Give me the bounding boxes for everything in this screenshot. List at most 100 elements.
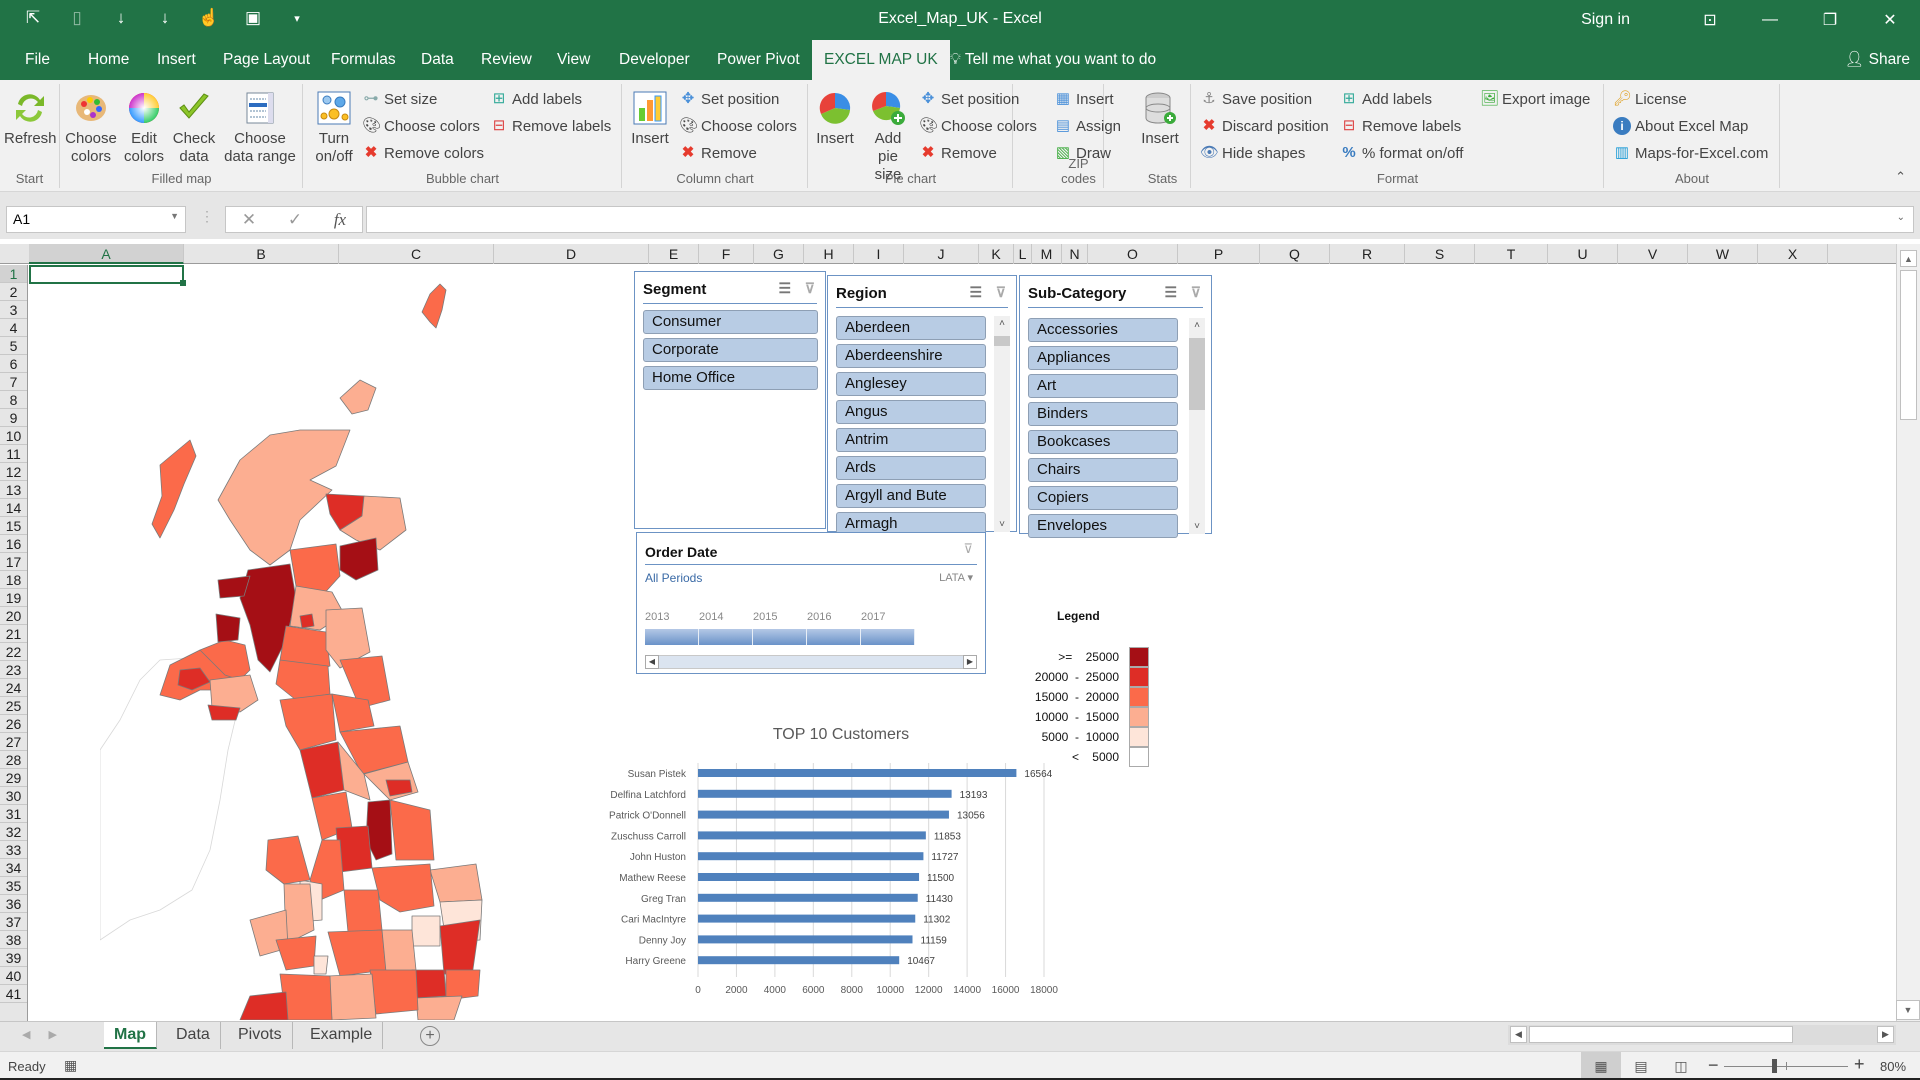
timeline-level-dropdown[interactable]: LATA ▾ bbox=[939, 571, 973, 584]
segment-item[interactable]: Consumer bbox=[643, 310, 818, 334]
scroll-thumb[interactable] bbox=[1900, 270, 1917, 420]
bubble-remove-labels-button[interactable]: ⊟ Remove labels bbox=[490, 117, 612, 135]
row-header-41[interactable]: 41 bbox=[0, 985, 27, 1003]
tab-page-layout[interactable]: Page Layout bbox=[212, 40, 321, 80]
row-header-15[interactable]: 15 bbox=[0, 517, 27, 535]
map-region-powys[interactable] bbox=[283, 883, 315, 945]
minimize-icon[interactable]: — bbox=[1740, 11, 1800, 29]
scroll-thumb[interactable] bbox=[1529, 1026, 1793, 1043]
row-header-3[interactable]: 3 bbox=[0, 301, 27, 319]
map-region-ni-newry[interactable] bbox=[207, 704, 241, 721]
choose-data-range-button[interactable]: Choose data range bbox=[221, 90, 299, 166]
column-header-x[interactable]: X bbox=[1758, 244, 1828, 264]
resize-handle-icon[interactable]: ⋮ bbox=[200, 208, 214, 225]
scroll-up-icon[interactable]: ▲ bbox=[1900, 250, 1917, 267]
row-header-18[interactable]: 18 bbox=[0, 571, 27, 589]
macro-recording-icon[interactable]: ▦ bbox=[64, 1057, 77, 1074]
tell-me-search[interactable]: 💡︎ Tell me what you want to do bbox=[950, 40, 1156, 80]
name-box[interactable]: A1 ▼ bbox=[6, 206, 186, 233]
row-header-25[interactable]: 25 bbox=[0, 697, 27, 715]
map-region-berks-bucks[interactable] bbox=[381, 929, 417, 973]
tab-excel-map-uk[interactable]: EXCEL MAP UK bbox=[812, 40, 950, 80]
add-sheet-button[interactable]: + bbox=[420, 1026, 440, 1046]
top10-customers-chart[interactable]: TOP 10 Customers 0 2000 4000 6000 8000 10000 12… bbox=[590, 720, 1070, 1000]
region-item[interactable]: Aberdeen bbox=[836, 316, 986, 340]
about-excel-map-button[interactable]: i About Excel Map bbox=[1613, 117, 1748, 135]
column-choose-colors-button[interactable]: 🎨︎ Choose colors bbox=[679, 117, 797, 135]
normal-view-icon[interactable]: ▦ bbox=[1581, 1052, 1621, 1080]
timeline-year-bar[interactable] bbox=[753, 629, 807, 645]
tab-developer[interactable]: Developer bbox=[608, 40, 701, 80]
row-header-9[interactable]: 9 bbox=[0, 409, 27, 427]
map-region-shetland[interactable] bbox=[421, 283, 447, 329]
sign-in-link[interactable]: Sign in bbox=[1581, 11, 1630, 29]
add-pie-size-button[interactable]: Add pie size bbox=[863, 90, 913, 184]
pie-set-position-button[interactable]: ✥ Set position bbox=[919, 90, 1020, 108]
row-header-24[interactable]: 24 bbox=[0, 679, 27, 697]
map-region-hampshire[interactable] bbox=[369, 969, 419, 1015]
map-region-orkney[interactable] bbox=[339, 379, 377, 415]
row-header-13[interactable]: 13 bbox=[0, 481, 27, 499]
map-region-islay[interactable] bbox=[215, 613, 241, 643]
pie-insert-button[interactable]: Insert bbox=[811, 90, 859, 148]
discard-position-button[interactable]: ✖ Discard position bbox=[1200, 117, 1329, 135]
format-add-labels-button[interactable]: ⊞ Add labels bbox=[1340, 90, 1432, 108]
subcategory-item[interactable]: Envelopes bbox=[1028, 514, 1178, 538]
bubble-turn-onoff-button[interactable]: Turn on/off bbox=[308, 90, 360, 166]
column-header-n[interactable]: N bbox=[1062, 244, 1088, 264]
column-header-g[interactable]: G bbox=[754, 244, 804, 264]
row-header-28[interactable]: 28 bbox=[0, 751, 27, 769]
tab-power-pivot[interactable]: Power Pivot bbox=[706, 40, 811, 80]
subcategory-item[interactable]: Copiers bbox=[1028, 486, 1178, 510]
map-region-durham[interactable] bbox=[331, 693, 375, 733]
remove-colors-button[interactable]: ✖ Remove colors bbox=[362, 144, 484, 162]
scroll-right-icon[interactable]: ▶ bbox=[963, 655, 977, 669]
map-region-gwynedd[interactable] bbox=[265, 835, 311, 885]
row-header-26[interactable]: 26 bbox=[0, 715, 27, 733]
ribbon-display-options-icon[interactable]: ⊡ bbox=[1680, 10, 1740, 30]
timeline-year-bar[interactable] bbox=[645, 629, 699, 645]
segment-item[interactable]: Corporate bbox=[643, 338, 818, 362]
filled-map-choose-colors-button[interactable]: Choose colors bbox=[65, 90, 117, 166]
column-header-m[interactable]: M bbox=[1032, 244, 1062, 264]
subcategory-item[interactable]: Chairs bbox=[1028, 458, 1178, 482]
row-header-12[interactable]: 12 bbox=[0, 463, 27, 481]
row-header-37[interactable]: 37 bbox=[0, 913, 27, 931]
scroll-thumb[interactable] bbox=[994, 336, 1010, 346]
region-scrollbar[interactable]: ˄ ˅ bbox=[994, 316, 1010, 532]
map-region-gloucester-wilts[interactable] bbox=[327, 929, 387, 977]
column-header-f[interactable]: F bbox=[699, 244, 754, 264]
multi-select-icon[interactable]: ☰ bbox=[1164, 284, 1177, 301]
map-region-cardiff[interactable] bbox=[313, 955, 329, 975]
row-header-10[interactable]: 10 bbox=[0, 427, 27, 445]
edit-colors-button[interactable]: Edit colors bbox=[121, 90, 167, 166]
scroll-left-icon[interactable]: ◀ bbox=[645, 655, 659, 669]
format-remove-labels-button[interactable]: ⊟ Remove labels bbox=[1340, 117, 1462, 135]
scroll-up-icon[interactable]: ˄ bbox=[994, 318, 1010, 329]
timeline-year-bar[interactable] bbox=[699, 629, 753, 645]
close-icon[interactable]: ✕ bbox=[1860, 10, 1920, 30]
column-header-a[interactable]: A bbox=[29, 244, 184, 264]
row-header-4[interactable]: 4 bbox=[0, 319, 27, 337]
stats-insert-button[interactable]: Insert bbox=[1135, 90, 1185, 148]
timeline-scrollbar[interactable]: ◀ ▶ bbox=[645, 655, 977, 669]
column-header-o[interactable]: O bbox=[1088, 244, 1178, 264]
subcategory-item[interactable]: Accessories bbox=[1028, 318, 1178, 342]
column-header-e[interactable]: E bbox=[649, 244, 699, 264]
sheet-tab-data[interactable]: Data bbox=[166, 1022, 221, 1049]
sheet-tab-example[interactable]: Example bbox=[300, 1022, 384, 1049]
row-header-14[interactable]: 14 bbox=[0, 499, 27, 517]
row-header-29[interactable]: 29 bbox=[0, 769, 27, 787]
cancel-icon[interactable]: ✕ bbox=[242, 210, 256, 230]
enter-icon[interactable]: ✓ bbox=[288, 210, 302, 230]
row-header-39[interactable]: 39 bbox=[0, 949, 27, 967]
map-region-western-isles[interactable] bbox=[151, 439, 197, 539]
map-region-angus[interactable] bbox=[339, 537, 379, 581]
column-header-i[interactable]: I bbox=[854, 244, 904, 264]
license-button[interactable]: 🔑︎ License bbox=[1613, 90, 1687, 108]
map-region-hertfordshire[interactable] bbox=[411, 915, 441, 947]
subcategory-scrollbar[interactable]: ˄ ˅ bbox=[1189, 318, 1205, 534]
subcategory-item[interactable]: Bookcases bbox=[1028, 430, 1178, 454]
map-region-lancashire[interactable] bbox=[299, 741, 345, 799]
scroll-up-icon[interactable]: ˄ bbox=[1189, 320, 1205, 331]
